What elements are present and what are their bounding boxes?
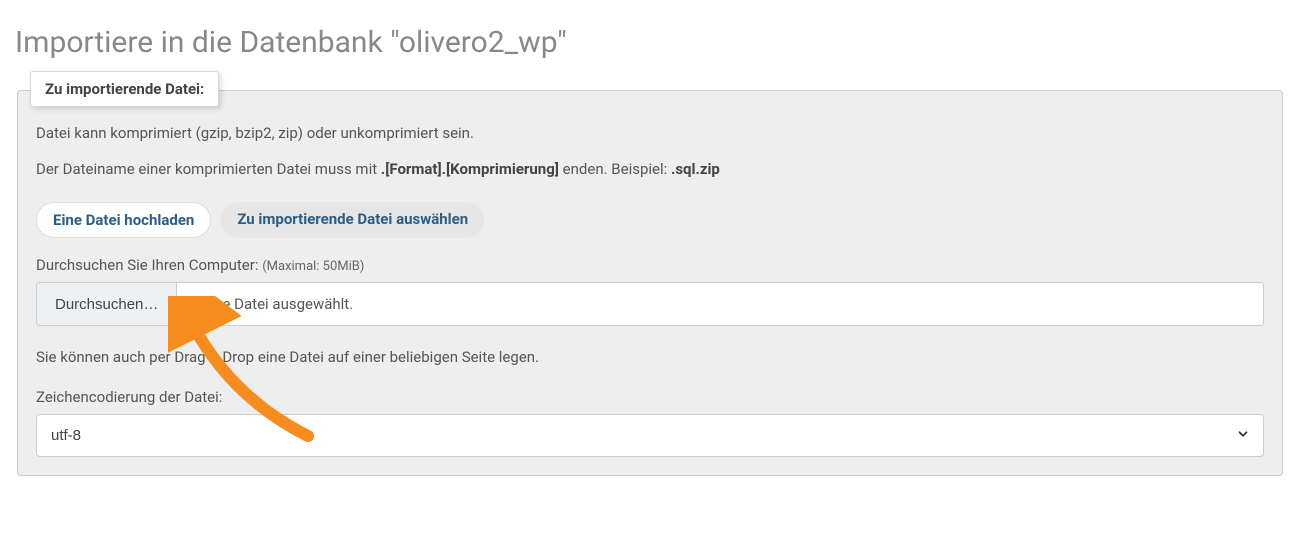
browse-label: Durchsuchen Sie Ihren Computer: (Maximal… <box>36 256 1264 274</box>
tab-select-file[interactable]: Zu importierende Datei auswählen <box>221 202 484 238</box>
browse-label-max: (Maximal: 50MiB) <box>262 259 364 274</box>
help-text-2-pre: Der Dateiname einer komprimierten Datei … <box>36 160 381 178</box>
help-text-2-example: .sql.zip <box>671 160 720 178</box>
help-text-1: Datei kann komprimiert (gzip, bzip2, zip… <box>36 121 1264 147</box>
encoding-select-wrap: utf-8 <box>36 414 1264 457</box>
fieldset-legend: Zu importierende Datei: <box>30 71 219 107</box>
encoding-select[interactable]: utf-8 <box>36 414 1264 457</box>
page-title: Importiere in die Datenbank "olivero2_wp… <box>15 25 1285 60</box>
browse-label-text: Durchsuchen Sie Ihren Computer: <box>36 256 262 274</box>
file-status: Keine Datei ausgewählt. <box>177 283 1263 325</box>
tab-upload-file[interactable]: Eine Datei hochladen <box>36 202 211 238</box>
browse-button[interactable]: Durchsuchen… <box>37 283 177 325</box>
help-text-2-format: .[Format].[Komprimierung] <box>381 160 559 178</box>
encoding-label: Zeichencodierung der Datei: <box>36 388 1264 406</box>
help-text-2-post: enden. Beispiel: <box>559 160 671 178</box>
help-text-2: Der Dateiname einer komprimierten Datei … <box>36 157 1264 183</box>
import-fieldset: Zu importierende Datei: Datei kann kompr… <box>17 90 1283 476</box>
file-input-row: Durchsuchen… Keine Datei ausgewählt. <box>36 282 1264 326</box>
drag-drop-note: Sie können auch per Drag & Drop eine Dat… <box>36 348 1264 366</box>
tabs-row: Eine Datei hochladen Zu importierende Da… <box>36 202 1264 238</box>
